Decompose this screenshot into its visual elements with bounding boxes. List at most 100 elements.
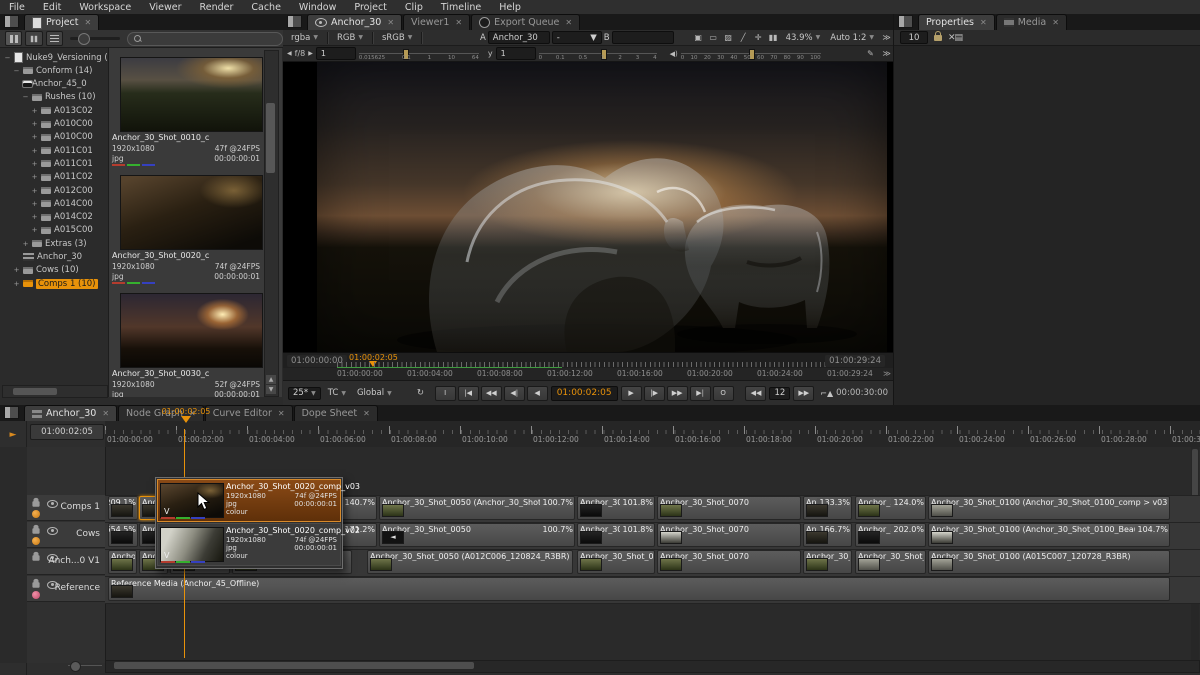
tab-media[interactable]: Media✕ <box>996 14 1067 30</box>
expander-icon[interactable]: + <box>13 280 20 288</box>
tree-item-rushes-10-[interactable]: −Rushes (10) <box>0 91 108 104</box>
menu-help[interactable]: Help <box>490 2 530 13</box>
thumb-view-button[interactable] <box>5 31 22 46</box>
timecode-mode-dropdown[interactable]: TC▼ <box>324 387 350 399</box>
tree-item-a013c02[interactable]: +A013C02 <box>0 104 108 117</box>
tree-item-conform-14-[interactable]: −Conform (14) <box>0 64 108 77</box>
timeline-clip[interactable]: Anchor_30_Shot_0010654.5% <box>108 523 138 547</box>
lock-icon[interactable] <box>32 528 39 533</box>
transport-button[interactable]: ◀◀ <box>481 386 502 401</box>
skip-back-button[interactable]: ◀◀ <box>745 386 766 401</box>
timeline-ruler[interactable]: 01:00:00:0001:00:02:0001:00:04:0001:00:0… <box>105 421 1200 448</box>
frame-increment-field[interactable]: 12 <box>769 387 790 400</box>
downscale-icon[interactable]: ≫ <box>880 32 893 43</box>
timeline-clip[interactable]: Anchor_30_Shot_0010 <box>108 550 137 574</box>
timeline-clip[interactable]: Anchor_30_Shot_0060 <box>577 550 655 574</box>
menu-workspace[interactable]: Workspace <box>70 2 140 13</box>
volume-slider[interactable]: 0102030405060708090100 <box>681 49 821 59</box>
expander-icon[interactable]: + <box>31 187 38 195</box>
gain-slider[interactable]: 0.0156250.111064 <box>359 49 479 59</box>
tree-item-nuke9-versioning-2[interactable]: −Nuke9_Versioning (2 <box>0 51 108 64</box>
transport-button[interactable]: ◀ <box>527 386 548 401</box>
gain-field[interactable]: 1 <box>316 47 356 60</box>
skip-forward-button[interactable]: ▶▶ <box>793 386 814 401</box>
tab-properties[interactable]: Properties✕ <box>918 14 995 30</box>
expander-icon[interactable]: + <box>31 173 38 181</box>
scroll-up-icon[interactable]: ▲ <box>266 375 276 384</box>
tree-item-a011c01[interactable]: +A011C01 <box>0 144 108 157</box>
close-icon[interactable]: ✕ <box>85 18 92 27</box>
panel-split-icon[interactable] <box>898 15 913 28</box>
tree-item-cows-10-[interactable]: +Cows (10) <box>0 264 108 277</box>
transport-button[interactable]: ▶ <box>621 386 642 401</box>
expander-icon[interactable]: + <box>31 120 38 128</box>
mask-overlay-icon[interactable]: ▣ <box>692 32 705 43</box>
prev-stop-icon[interactable]: ◀ <box>287 50 292 57</box>
scrollbar-thumb[interactable] <box>266 103 275 173</box>
tree-item-comps-1-10-[interactable]: +Comps 1 (10) <box>0 277 108 290</box>
close-icon[interactable]: ✕ <box>278 409 285 418</box>
transport-button[interactable]: I <box>435 386 456 401</box>
menu-cache[interactable]: Cache <box>242 2 290 13</box>
playhead-marker[interactable] <box>181 416 191 423</box>
track-header-reference[interactable]: Reference <box>27 576 105 602</box>
tab-curve-editor[interactable]: Curve Editor✕ <box>205 405 293 421</box>
proxy-dropdown[interactable]: Auto 1:2▼ <box>826 32 878 44</box>
timeline-clip[interactable]: Anchor_30_Shot_0090202.0% <box>855 523 926 547</box>
bin-vertical-scrollbar[interactable]: ▲ ▼ <box>264 50 279 397</box>
expander-icon[interactable]: + <box>31 133 38 141</box>
menu-file[interactable]: File <box>0 2 34 13</box>
menu-window[interactable]: Window <box>290 2 345 13</box>
menu-render[interactable]: Render <box>191 2 243 13</box>
timeline-clip[interactable]: Anchor_30_Shot_0050 (A012C006_120824_R3B… <box>367 550 573 574</box>
lock-icon[interactable] <box>32 501 39 506</box>
close-icon[interactable]: ✕ <box>363 409 370 418</box>
viewer-image-area[interactable] <box>283 62 893 352</box>
compare-icon[interactable]: ╱ <box>737 32 750 43</box>
close-icon[interactable]: ✕ <box>387 18 394 27</box>
list-view-button[interactable] <box>46 31 63 46</box>
bin-thumbnail[interactable] <box>120 293 263 368</box>
tree-item-a014c00[interactable]: +A014C00 <box>0 197 108 210</box>
tab-dope-sheet[interactable]: Dope Sheet✕ <box>294 405 378 421</box>
expander-icon[interactable]: + <box>31 160 38 168</box>
close-icon[interactable]: ✕ <box>980 18 987 27</box>
menu-viewer[interactable]: Viewer <box>140 2 190 13</box>
tree-item-anchor-30[interactable]: Anchor_30 <box>0 251 108 264</box>
gamma-slider[interactable]: 00.10.51234 <box>539 49 657 59</box>
max-panels-field[interactable]: 10 <box>900 31 928 44</box>
fps-dropdown[interactable]: 25*▼ <box>288 387 321 400</box>
slider-knob[interactable] <box>78 33 90 45</box>
thumbnail-size-slider[interactable] <box>70 37 120 40</box>
current-timecode-field[interactable]: 01:00:02:05 <box>551 386 618 401</box>
scrollbar-thumb[interactable] <box>114 662 474 669</box>
track-header-cows[interactable]: Cows <box>27 522 105 548</box>
lut-dropdown[interactable]: sRGB▼ <box>378 32 416 44</box>
transport-button[interactable]: ◀| <box>504 386 525 401</box>
search-input[interactable] <box>127 32 283 46</box>
tab-viewer1[interactable]: Viewer1✕ <box>403 14 470 30</box>
timeline-clip[interactable]: Anchor_30_Shot_0010209.1% <box>108 496 138 520</box>
expander-icon[interactable]: + <box>22 240 29 248</box>
eye-icon[interactable] <box>47 500 58 508</box>
panel-split-icon[interactable] <box>4 15 19 28</box>
menu-edit[interactable]: Edit <box>34 2 70 13</box>
timeline-clip[interactable]: Anchor_30_Shot_0070 <box>657 523 801 547</box>
transport-button[interactable]: |▶ <box>644 386 665 401</box>
close-icon[interactable]: ✕ <box>102 409 109 418</box>
bin-thumbnail[interactable] <box>120 57 263 132</box>
eye-icon[interactable] <box>47 527 58 535</box>
menu-timeline[interactable]: Timeline <box>432 2 490 13</box>
project-horizontal-scrollbar[interactable] <box>2 385 108 398</box>
pause-icon[interactable]: ▮▮ <box>767 32 780 43</box>
channels-dropdown[interactable]: rgba▼ <box>287 32 322 44</box>
a-input-dropdown[interactable]: Anchor_30 <box>488 31 550 44</box>
slider-knob[interactable] <box>70 661 81 672</box>
clear-all-panels-icon[interactable]: ✕▤ <box>948 33 962 43</box>
viewer-scrub-bar[interactable]: 01:00:00:00 01:00:02:05 01:00:29:24 <box>283 352 893 369</box>
timeline-clip[interactable]: Anchor_30_Shot_0080 <box>803 550 852 574</box>
tab-anchor-30[interactable]: Anchor_30✕ <box>307 14 402 30</box>
timeline-clip[interactable]: Anchor_30_Shot_0100 (A015C007_120728_R3B… <box>928 550 1170 574</box>
multi-tool[interactable]: ► <box>5 427 22 442</box>
tree-item-a011c02[interactable]: +A011C02 <box>0 171 108 184</box>
